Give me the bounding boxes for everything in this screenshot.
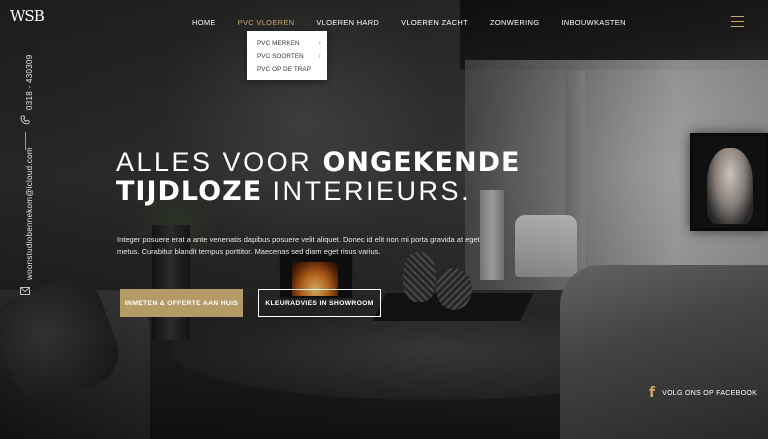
hero-background xyxy=(0,0,768,439)
pvc-vloeren-dropdown: PVC MERKEN › PVC SOORTEN › PVC OP DE TRA… xyxy=(247,31,327,80)
brand-logo[interactable]: WSB xyxy=(10,7,45,38)
dropdown-item-label: PVC SOORTEN xyxy=(257,53,304,60)
hero-overlay xyxy=(0,0,768,439)
phone-number[interactable]: 0318 - 430309 xyxy=(25,54,34,110)
chevron-right-icon: › xyxy=(318,38,321,47)
left-rail: WSB 0318 - 430309 woonstudiobennekom@icl… xyxy=(0,0,48,439)
dropdown-item-pvc-merken[interactable]: PVC MERKEN › xyxy=(247,37,327,50)
hamburger-menu-icon[interactable] xyxy=(731,16,744,27)
nav-item-vloeren-zacht[interactable]: VLOEREN ZACHT xyxy=(390,14,479,31)
hero-headline: ALLES VOOR ONGEKENDE TIJDLOZE INTERIEURS… xyxy=(116,147,546,207)
headline-part: INTERIEURS. xyxy=(272,176,472,206)
facebook-label: VOLG ONS OP FACEBOOK xyxy=(662,389,758,397)
email-address[interactable]: woonstudiobennekom@icloud.com xyxy=(25,147,34,280)
mail-icon xyxy=(19,287,31,299)
dropdown-item-label: PVC MERKEN xyxy=(257,40,300,47)
inmeten-offerte-button[interactable]: INMETEN & OFFERTE AAN HUIS xyxy=(120,289,243,317)
headline-part: TIJDLOZE xyxy=(116,176,263,207)
nav-item-vloeren-hard[interactable]: VLOEREN HARD xyxy=(305,14,390,31)
hero-intro-text: Integer posuere erat a ante venenatis da… xyxy=(117,235,480,256)
phone-icon xyxy=(19,115,31,127)
logo-mark: WSB xyxy=(10,7,45,25)
nav-item-zonwering[interactable]: ZONWERING xyxy=(479,14,550,31)
dropdown-item-pvc-soorten[interactable]: PVC SOORTEN › xyxy=(247,50,327,63)
nav-item-pvc-vloeren[interactable]: PVC VLOEREN xyxy=(227,14,306,31)
chevron-right-icon: › xyxy=(318,51,321,60)
facebook-icon: f xyxy=(649,385,656,401)
dropdown-item-label: PVC OP DE TRAP xyxy=(257,66,312,73)
nav-item-inbouwkasten[interactable]: INBOUWKASTEN xyxy=(550,14,636,31)
headline-part: ALLES VOOR xyxy=(116,147,313,177)
dropdown-item-pvc-op-de-trap[interactable]: PVC OP DE TRAP xyxy=(247,63,327,76)
headline-part: ONGEKENDE xyxy=(322,147,521,178)
facebook-link[interactable]: f VOLG ONS OP FACEBOOK xyxy=(649,386,757,400)
main-navigation: HOME PVC VLOEREN VLOEREN HARD VLOEREN ZA… xyxy=(181,14,637,31)
nav-item-home[interactable]: HOME xyxy=(181,14,227,31)
kleuradvies-button[interactable]: KLEURADVIES IN SHOWROOM xyxy=(258,289,381,317)
